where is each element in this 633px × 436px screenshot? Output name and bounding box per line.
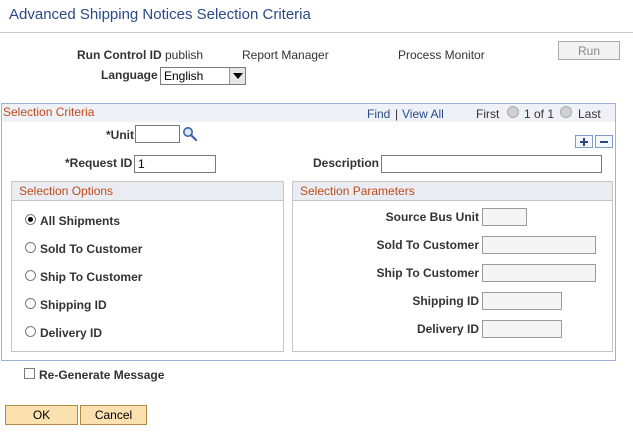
param-label: Sold To Customer bbox=[376, 238, 479, 252]
request-id-input[interactable]: 1 bbox=[134, 155, 216, 173]
language-select[interactable]: English bbox=[160, 67, 246, 85]
radio-sold-to-customer[interactable] bbox=[25, 242, 36, 253]
radio-delivery-id[interactable] bbox=[25, 326, 36, 337]
nav-separator: | bbox=[395, 107, 399, 121]
option-label: Delivery ID bbox=[40, 326, 103, 340]
cancel-button[interactable]: Cancel bbox=[80, 405, 147, 425]
selection-options-title: Selection Options bbox=[12, 182, 283, 201]
description-input[interactable] bbox=[381, 155, 602, 173]
param-label: Ship To Customer bbox=[376, 266, 479, 280]
language-label: Language bbox=[101, 68, 158, 82]
unit-label: *Unit bbox=[106, 128, 134, 142]
row-count: 1 of 1 bbox=[524, 107, 555, 121]
regenerate-checkbox[interactable] bbox=[24, 368, 35, 379]
plus-icon[interactable] bbox=[575, 135, 593, 148]
unit-input[interactable] bbox=[135, 125, 180, 143]
radio-all-shipments[interactable] bbox=[25, 214, 36, 225]
param-label: Source Bus Unit bbox=[385, 210, 479, 224]
ok-button[interactable]: OK bbox=[5, 405, 78, 425]
nav-prev-icon[interactable] bbox=[507, 106, 519, 118]
last-label: Last bbox=[578, 107, 601, 121]
delivery-id-input[interactable] bbox=[482, 320, 562, 338]
dropdown-arrow-icon[interactable] bbox=[229, 68, 245, 84]
first-label: First bbox=[476, 107, 500, 121]
source-bus-unit-input[interactable] bbox=[482, 208, 527, 226]
request-id-label: *Request ID bbox=[65, 156, 133, 170]
selection-criteria-title: Selection Criteria bbox=[3, 105, 95, 119]
page-title: Advanced Shipping Notices Selection Crit… bbox=[9, 6, 311, 23]
description-label: Description bbox=[313, 156, 380, 170]
option-label: Shipping ID bbox=[40, 298, 107, 312]
language-value: English bbox=[164, 69, 204, 83]
run-button[interactable]: Run bbox=[558, 41, 620, 60]
report-manager-link[interactable]: Report Manager bbox=[242, 48, 329, 62]
ship-to-customer-input[interactable] bbox=[482, 264, 596, 282]
regenerate-label: Re-Generate Message bbox=[39, 368, 165, 382]
search-icon[interactable] bbox=[182, 126, 198, 142]
nav-next-icon[interactable] bbox=[560, 106, 572, 118]
param-label: Delivery ID bbox=[416, 322, 479, 336]
minus-icon[interactable] bbox=[595, 135, 613, 148]
sold-to-customer-input[interactable] bbox=[482, 236, 596, 254]
radio-ship-to-customer[interactable] bbox=[25, 270, 36, 281]
run-control-label: Run Control ID bbox=[77, 48, 162, 62]
option-label: All Shipments bbox=[40, 214, 121, 228]
title-divider bbox=[0, 32, 633, 33]
radio-shipping-id[interactable] bbox=[25, 298, 36, 309]
selection-parameters-title: Selection Parameters bbox=[293, 182, 612, 201]
run-control-value: publish bbox=[165, 48, 204, 62]
process-monitor-link[interactable]: Process Monitor bbox=[398, 48, 485, 62]
shipping-id-input[interactable] bbox=[482, 292, 562, 310]
option-label: Sold To Customer bbox=[40, 242, 143, 256]
find-link[interactable]: Find bbox=[367, 107, 390, 121]
option-label: Ship To Customer bbox=[40, 270, 143, 284]
param-label: Shipping ID bbox=[412, 294, 479, 308]
view-all-link[interactable]: View All bbox=[402, 107, 444, 121]
